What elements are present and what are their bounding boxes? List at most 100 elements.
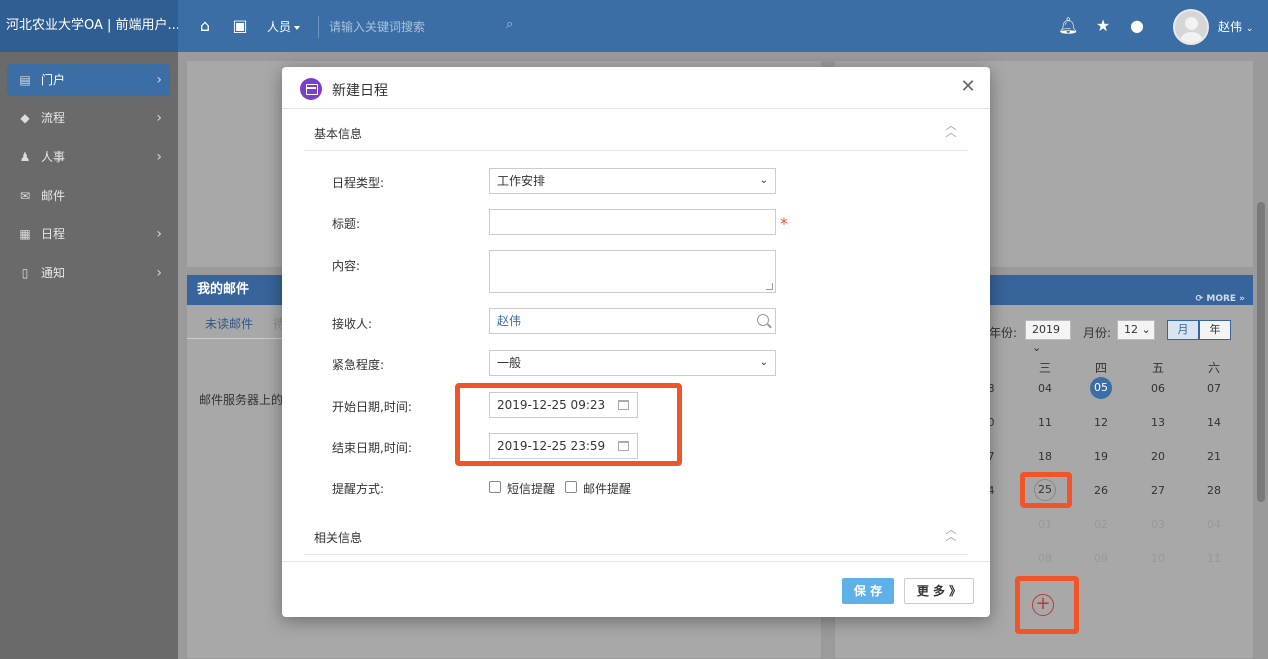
chevron-right-icon: › xyxy=(156,149,162,165)
reminder-label: 提醒方式: xyxy=(332,482,385,496)
calendar-day[interactable]: 03 xyxy=(1144,518,1172,531)
weekday-header: 五 xyxy=(1152,361,1165,375)
search-scope-label: 人员 xyxy=(267,20,292,34)
title-input[interactable] xyxy=(489,209,776,235)
collapse-up-icon[interactable]: ︿ ︿ xyxy=(944,120,958,138)
schedule-type-value: 工作安排 xyxy=(497,174,546,188)
section-related-info[interactable]: 相关信息 ︿ ︿ xyxy=(304,515,968,555)
home-icon[interactable]: ⌂ xyxy=(195,16,215,36)
username[interactable]: 赵伟 ⌄ xyxy=(1218,18,1253,35)
calendar-day[interactable]: 27 xyxy=(1144,484,1172,497)
calendar-day[interactable]: 02 xyxy=(1087,518,1115,531)
email-reminder-label[interactable]: 邮件提醒 xyxy=(583,480,631,497)
portal-icon: ▤ xyxy=(19,73,31,87)
sidebar-item-schedule[interactable]: ▦ 日程 › xyxy=(7,218,170,250)
sms-reminder-label[interactable]: 短信提醒 xyxy=(507,480,555,497)
sidebar: ▤ 门户 › ◆ 流程 › ♟ 人事 › ✉ 邮件 ▦ 日程 › ▯ 通知 › xyxy=(0,52,178,659)
calendar-day[interactable]: 26 xyxy=(1087,484,1115,497)
required-mark: * xyxy=(780,214,788,233)
sms-reminder-checkbox[interactable] xyxy=(489,481,501,493)
view-month-button[interactable]: 月 xyxy=(1167,320,1199,340)
calendar-day[interactable]: 04 xyxy=(1200,518,1228,531)
section-basic-info[interactable]: 基本信息 ︿ ︿ xyxy=(304,111,968,151)
receiver-label: 接收人: xyxy=(332,317,373,331)
more-button[interactable]: 更 多 》 xyxy=(904,578,974,604)
chevron-down-icon: ⌄ xyxy=(759,357,768,368)
more-link[interactable]: ⟳ MORE » xyxy=(1196,284,1245,314)
content-label: 内容: xyxy=(332,259,361,273)
calendar-day[interactable]: 20 xyxy=(1144,450,1172,463)
scroll-thumb[interactable] xyxy=(1257,202,1265,502)
weekday-header: 三 xyxy=(1039,361,1052,375)
highlight-add-button xyxy=(1015,576,1079,634)
global-search-input[interactable] xyxy=(318,16,523,38)
view-year-button[interactable]: 年 xyxy=(1199,320,1231,340)
caret-down-icon xyxy=(294,25,301,30)
calendar-day[interactable]: 11 xyxy=(1031,416,1059,429)
chevron-right-icon: › xyxy=(156,226,162,242)
top-navbar: 河北农业大学OA | 前端用户... ⌂ ▣ 人员 ⌕ 🔔︎ ★ ● 赵伟 ⌄ xyxy=(0,0,1268,52)
avatar[interactable] xyxy=(1173,9,1209,45)
bell-icon[interactable]: 🔔︎ xyxy=(1058,16,1078,36)
calendar-day[interactable]: 19 xyxy=(1087,450,1115,463)
close-icon[interactable]: ✕ xyxy=(958,77,978,97)
star-icon[interactable]: ★ xyxy=(1093,16,1113,36)
year-value: 2019 xyxy=(1032,323,1060,336)
month-value: 12 xyxy=(1124,323,1138,336)
urgency-label: 紧急程度: xyxy=(332,358,385,372)
mail-server-note: 邮件服务器上的新 xyxy=(199,393,296,407)
highlight-datetime-fields xyxy=(455,383,682,466)
end-datetime-label: 结束日期,时间: xyxy=(332,441,412,455)
calendar-day[interactable]: 13 xyxy=(1144,416,1172,429)
sidebar-item-mail[interactable]: ✉ 邮件 xyxy=(7,180,170,212)
resize-handle[interactable] xyxy=(765,283,774,290)
app-title[interactable]: 河北农业大学OA | 前端用户... xyxy=(0,0,178,52)
username-label: 赵伟 xyxy=(1218,20,1243,34)
clipboard-icon: ▯ xyxy=(21,266,29,280)
sidebar-item-label: 日程 xyxy=(41,227,66,241)
calendar-day[interactable]: 14 xyxy=(1200,416,1228,429)
calendar-icon xyxy=(300,78,322,100)
calendar-day[interactable]: 21 xyxy=(1200,450,1228,463)
calendar-day[interactable]: 09 xyxy=(1087,552,1115,565)
calendar-day[interactable]: 04 xyxy=(1031,382,1059,395)
year-label: 年份: xyxy=(989,326,1018,340)
more-label: MORE xyxy=(1206,294,1237,304)
calendar-icon: ▦ xyxy=(19,227,31,241)
receiver-field[interactable]: 赵伟 xyxy=(489,308,776,334)
calendar-day[interactable]: 10 xyxy=(1144,552,1172,565)
calendar-day[interactable]: 28 xyxy=(1200,484,1228,497)
search-icon[interactable]: ⌕ xyxy=(506,18,520,32)
sidebar-item-hr[interactable]: ♟ 人事 › xyxy=(7,141,170,173)
schedule-type-select[interactable]: 工作安排 ⌄ xyxy=(489,168,776,194)
calendar-day[interactable]: 05 xyxy=(1090,377,1112,399)
save-button[interactable]: 保 存 xyxy=(842,578,894,604)
sidebar-item-workflow[interactable]: ◆ 流程 › xyxy=(7,102,170,134)
calendar-day[interactable]: 11 xyxy=(1200,552,1228,565)
month-select[interactable]: 12 ⌄ xyxy=(1117,320,1155,340)
weekday-header: 六 xyxy=(1208,361,1221,375)
sidebar-item-portal[interactable]: ▤ 门户 › xyxy=(7,64,170,96)
search-scope-dropdown[interactable]: 人员 xyxy=(267,18,301,35)
collapse-up-icon[interactable]: ︿ ︿ xyxy=(944,524,958,542)
search-icon[interactable] xyxy=(757,314,769,326)
content-textarea[interactable] xyxy=(489,250,776,293)
dialog-title: 新建日程 xyxy=(332,83,388,99)
sidebar-item-label: 通知 xyxy=(41,266,66,280)
urgency-select[interactable]: 一般 ⌄ xyxy=(489,350,776,376)
page-scrollbar[interactable] xyxy=(1254,52,1268,659)
sidebar-item-label: 邮件 xyxy=(41,189,66,203)
tab-unread-mail[interactable]: 未读邮件 xyxy=(205,315,253,332)
calendar-day[interactable]: 18 xyxy=(1031,450,1059,463)
sidebar-item-notice[interactable]: ▯ 通知 › xyxy=(7,257,170,289)
calendar-day[interactable]: 06 xyxy=(1144,382,1172,395)
urgency-value: 一般 xyxy=(497,356,522,370)
apps-icon[interactable]: ▣ xyxy=(230,16,250,36)
calendar-day[interactable]: 12 xyxy=(1087,416,1115,429)
calendar-day[interactable]: 07 xyxy=(1200,382,1228,395)
calendar-day[interactable]: 08 xyxy=(1031,552,1059,565)
year-select[interactable]: 2019 ⌄ xyxy=(1025,320,1071,354)
email-reminder-checkbox[interactable] xyxy=(565,481,577,493)
calendar-day[interactable]: 01 xyxy=(1031,518,1059,531)
chat-icon[interactable]: ● xyxy=(1127,16,1147,36)
